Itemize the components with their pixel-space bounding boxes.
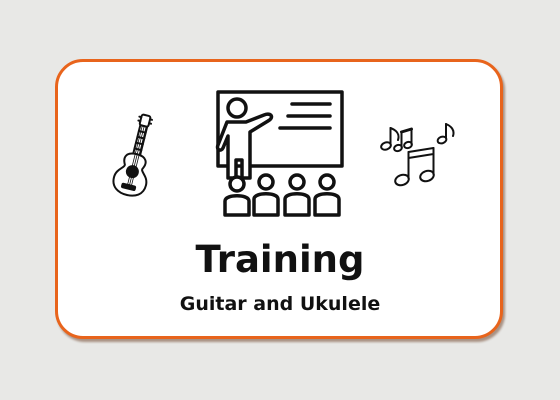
guitar-icon — [112, 113, 153, 197]
card-subtitle: Guitar and Ukulele — [179, 293, 381, 315]
teacher-classroom-icon — [215, 90, 344, 217]
music-notes-icon — [380, 123, 455, 187]
card-title: Training — [195, 238, 365, 281]
